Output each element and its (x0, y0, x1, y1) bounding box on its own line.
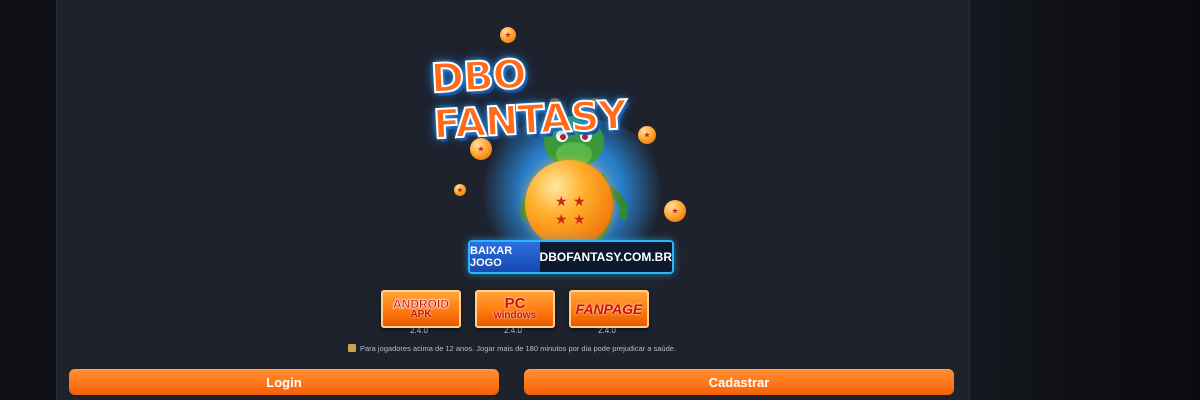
small-dragon-ball-icon (638, 126, 656, 144)
age-notice-text: Para jogadores acima de 12 anos. Jogar m… (359, 344, 677, 353)
register-button[interactable]: Cadastrar (524, 369, 954, 395)
android-apk-button[interactable]: ANDROID APK (381, 290, 461, 328)
pc-windows-line1: PC (504, 295, 526, 312)
small-dragon-ball-icon (454, 184, 466, 196)
small-dragon-ball-icon (500, 27, 516, 43)
banner-website-label: DBOFANTASY.COM.BR (539, 242, 672, 272)
logo-title: DBO FANTASY (429, 50, 629, 149)
dragon-ball-icon: ★ ★ ★ ★ (525, 160, 613, 248)
pc-windows-button[interactable]: PC windows (475, 290, 555, 328)
pc-windows-line2: windows (493, 310, 537, 321)
background-right (968, 0, 1200, 400)
background-left (0, 0, 56, 400)
launcher-panel: DBO FANTASY ★ ★ ★ ★ BAIXAR JOGO DBOFANTA… (56, 0, 970, 400)
game-logo: DBO FANTASY ★ ★ ★ ★ BAIXAR JOGO DBOFANTA… (422, 22, 722, 280)
download-banner[interactable]: BAIXAR JOGO DBOFANTASY.COM.BR (468, 240, 674, 274)
age-notice: Para jogadores acima de 12 anos. Jogar m… (56, 344, 968, 353)
login-button[interactable]: Login (69, 369, 499, 395)
small-dragon-ball-icon (470, 138, 492, 160)
android-apk-line2: APK (410, 309, 432, 320)
age-rating-icon (347, 344, 356, 352)
small-dragon-ball-icon (664, 200, 686, 222)
fanpage-label: FANPAGE (575, 301, 643, 317)
banner-download-label: BAIXAR JOGO (470, 242, 540, 272)
fanpage-button[interactable]: FANPAGE (569, 290, 649, 328)
